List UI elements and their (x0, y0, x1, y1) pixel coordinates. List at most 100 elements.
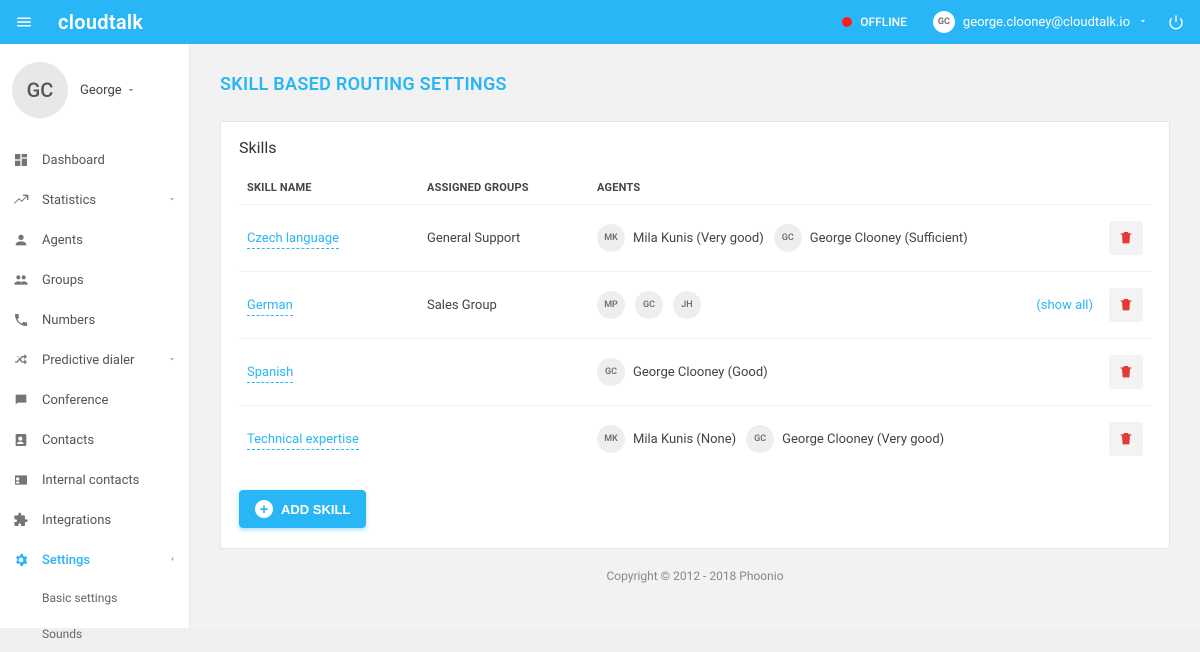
sidebar-item-dashboard[interactable]: Dashboard (0, 140, 189, 180)
status-dot-icon (842, 17, 852, 27)
agent-chip[interactable]: GCGeorge Clooney (Very good) (746, 425, 944, 453)
agent-label: Mila Kunis (None) (633, 432, 736, 447)
sidebar-item-label: Internal contacts (42, 473, 139, 488)
sidebar-item-numbers[interactable]: Numbers (0, 300, 189, 340)
section-title: Skills (239, 138, 1151, 157)
sidebar-subitem-sounds[interactable]: Sounds (0, 616, 189, 652)
sidebar: GC George Dashboard Statistics Agents Group… (0, 44, 190, 628)
table-row: Czech language General Support MK Mila Kuni… (239, 205, 1151, 272)
show-all-link[interactable]: (show all) (1036, 298, 1093, 313)
nav: Dashboard Statistics Agents Groups Numbers Pr… (0, 140, 189, 652)
menu-button[interactable] (12, 10, 36, 34)
table-row: Spanish GC George Clooney (Good) (239, 339, 1151, 406)
sidebar-item-label: Statistics (42, 193, 96, 208)
sidebar-item-label: Contacts (42, 433, 94, 448)
avatar: GC (635, 291, 663, 319)
chevron-icon (167, 193, 177, 208)
col-agents: AGENTS (589, 171, 1101, 205)
avatar: GC (933, 11, 955, 33)
sidebar-item-contacts[interactable]: Contacts (0, 420, 189, 460)
sidebar-item-label: Dashboard (42, 153, 105, 168)
user-name: George (80, 83, 136, 98)
gear-icon (12, 551, 30, 569)
avatar: JH (673, 291, 701, 319)
trash-icon (1118, 297, 1134, 313)
logo: cloudtalk (58, 10, 143, 34)
profile-block[interactable]: GC George (0, 44, 189, 140)
status-text: OFFLINE (860, 15, 907, 29)
power-icon (1168, 14, 1184, 30)
sidebar-item-agents[interactable]: Agents (0, 220, 189, 260)
agent-chip[interactable]: MP (597, 291, 625, 319)
table-row: German Sales Group MP GC JH (show all) (239, 272, 1151, 339)
sidebar-item-integrations[interactable]: Integrations (0, 500, 189, 540)
group-icon (12, 271, 30, 289)
chevron-icon (167, 353, 177, 368)
agent-chip[interactable]: GC George Clooney (Sufficient) (774, 224, 968, 252)
col-groups: ASSIGNED GROUPS (419, 171, 589, 205)
delete-button[interactable] (1109, 288, 1143, 322)
menu-icon (15, 13, 33, 31)
sidebar-item-predictive-dialer[interactable]: Predictive dialer (0, 340, 189, 380)
trash-icon (1118, 364, 1134, 380)
add-skill-button[interactable]: + ADD SKILL (239, 490, 366, 528)
sidebar-item-internal-contacts[interactable]: Internal contacts (0, 460, 189, 500)
user-menu[interactable]: GC george.clooney@cloudtalk.io (933, 11, 1148, 33)
delete-button[interactable] (1109, 221, 1143, 255)
chevron-down-icon (126, 85, 136, 95)
trash-icon (1118, 431, 1134, 447)
sidebar-item-label: Settings (42, 553, 90, 568)
skill-link[interactable]: Czech language (247, 231, 339, 249)
agent-chip[interactable]: MK Mila Kunis (Very good) (597, 224, 764, 252)
shuffle-icon (12, 351, 30, 369)
chat-icon (12, 391, 30, 409)
delete-button[interactable] (1109, 355, 1143, 389)
assigned-groups: Sales Group (419, 272, 589, 339)
assigned-groups: General Support (419, 205, 589, 272)
avatar: GC (774, 224, 802, 252)
page-title: SKILL BASED ROUTING SETTINGS (220, 74, 1170, 95)
sidebar-item-statistics[interactable]: Statistics (0, 180, 189, 220)
table-row: Technical expertise MK Mila Kunis (None) GC… (239, 406, 1151, 473)
agent-chip[interactable]: GC George Clooney (Good) (597, 358, 768, 386)
delete-button[interactable] (1109, 422, 1143, 456)
avatar: MP (597, 291, 625, 319)
agent-chip[interactable]: JH (673, 291, 701, 319)
main-content: SKILL BASED ROUTING SETTINGS Skills SKIL… (190, 44, 1200, 628)
agent-chip[interactable]: GC (635, 291, 663, 319)
contacts-icon (12, 431, 30, 449)
sidebar-item-label: Integrations (42, 513, 111, 528)
sidebar-item-groups[interactable]: Groups (0, 260, 189, 300)
assigned-groups (419, 339, 589, 406)
avatar: MK (597, 224, 625, 252)
avatar: GC (12, 62, 68, 118)
sidebar-item-label: Numbers (42, 313, 95, 328)
dashboard-icon (12, 151, 30, 169)
avatar: GC (597, 358, 625, 386)
sidebar-subitem-basic-settings[interactable]: Basic settings (0, 580, 189, 616)
agent-label: Mila Kunis (Very good) (633, 231, 764, 246)
sidebar-item-label: Predictive dialer (42, 353, 134, 368)
plus-icon: + (255, 500, 273, 518)
agents-cell: GC George Clooney (Good) (597, 358, 1093, 386)
skills-table: SKILL NAME ASSIGNED GROUPS AGENTS Czech … (239, 171, 1151, 472)
agent-chip[interactable]: MK Mila Kunis (None) (597, 425, 736, 453)
skill-link[interactable]: German (247, 298, 293, 316)
sidebar-item-settings[interactable]: Settings (0, 540, 189, 580)
skill-link[interactable]: Technical expertise (247, 432, 359, 450)
agents-cell: MK Mila Kunis (None) GCGeorge Clooney (Ver… (597, 425, 1093, 453)
skill-link[interactable]: Spanish (247, 365, 293, 383)
agent-label: George Clooney (Good) (633, 365, 768, 380)
agent-label: George Clooney (Sufficient) (810, 231, 968, 246)
status-indicator[interactable]: OFFLINE (842, 15, 907, 29)
avatar: GC (746, 425, 774, 453)
trending-icon (12, 191, 30, 209)
agents-cell: MK Mila Kunis (Very good) GC George Clooney… (597, 224, 1093, 252)
assigned-groups (419, 406, 589, 473)
avatar: MK (597, 425, 625, 453)
topbar: cloudtalk OFFLINE GC george.clooney@clou… (0, 0, 1200, 44)
power-button[interactable] (1164, 10, 1188, 34)
sidebar-item-conference[interactable]: Conference (0, 380, 189, 420)
sidebar-item-label: Groups (42, 273, 84, 288)
sidebar-item-label: Conference (42, 393, 108, 408)
